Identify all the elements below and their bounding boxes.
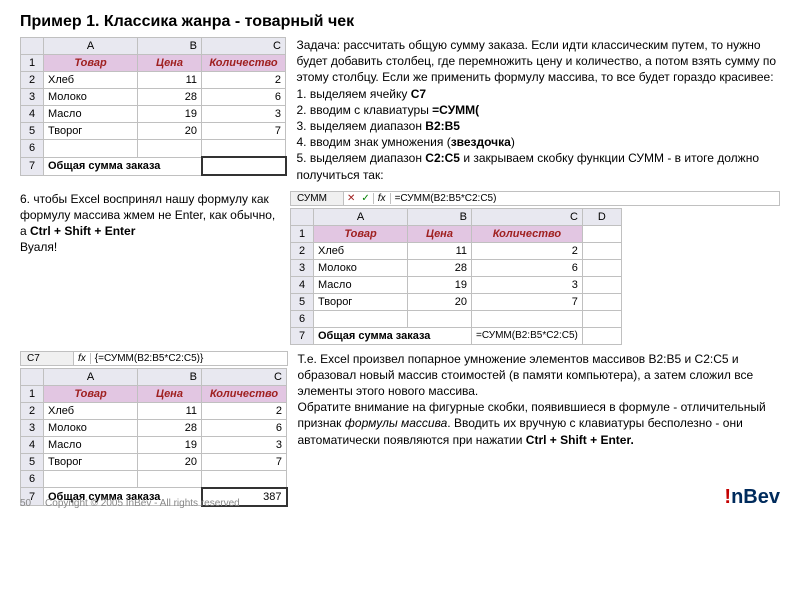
cancel-icon: ✕ xyxy=(344,193,358,204)
page-title: Пример 1. Классика жанра - товарный чек xyxy=(20,13,780,31)
excel-table-1: ABC 1ТоварЦенаКоличество 2Хлеб112 3Молок… xyxy=(20,37,287,176)
step6-text: 6. чтобы Excel воспринял нашу формулу ка… xyxy=(20,191,280,256)
excel-table-3: C7 fx {=СУММ(B2:B5*C2:C5)} ABC 1ТоварЦен… xyxy=(20,351,288,507)
explanation-text: Т.е. Excel произвел попарное умножение э… xyxy=(298,351,781,448)
fx-icon: fx xyxy=(74,353,91,364)
task-description: Задача: рассчитать общую сумму заказа. Е… xyxy=(297,37,781,183)
inbev-logo: !nBev xyxy=(724,486,780,509)
copyright: Copyright © 2005 InBev - All rights rese… xyxy=(45,498,240,509)
fx-icon: fx xyxy=(374,193,391,204)
page-number: 50 xyxy=(20,498,31,509)
excel-table-2: СУММ ✕ ✓ fx =СУММ(B2:B5*C2:C5) ABCD 1Тов… xyxy=(290,191,780,345)
enter-icon: ✓ xyxy=(358,193,373,204)
